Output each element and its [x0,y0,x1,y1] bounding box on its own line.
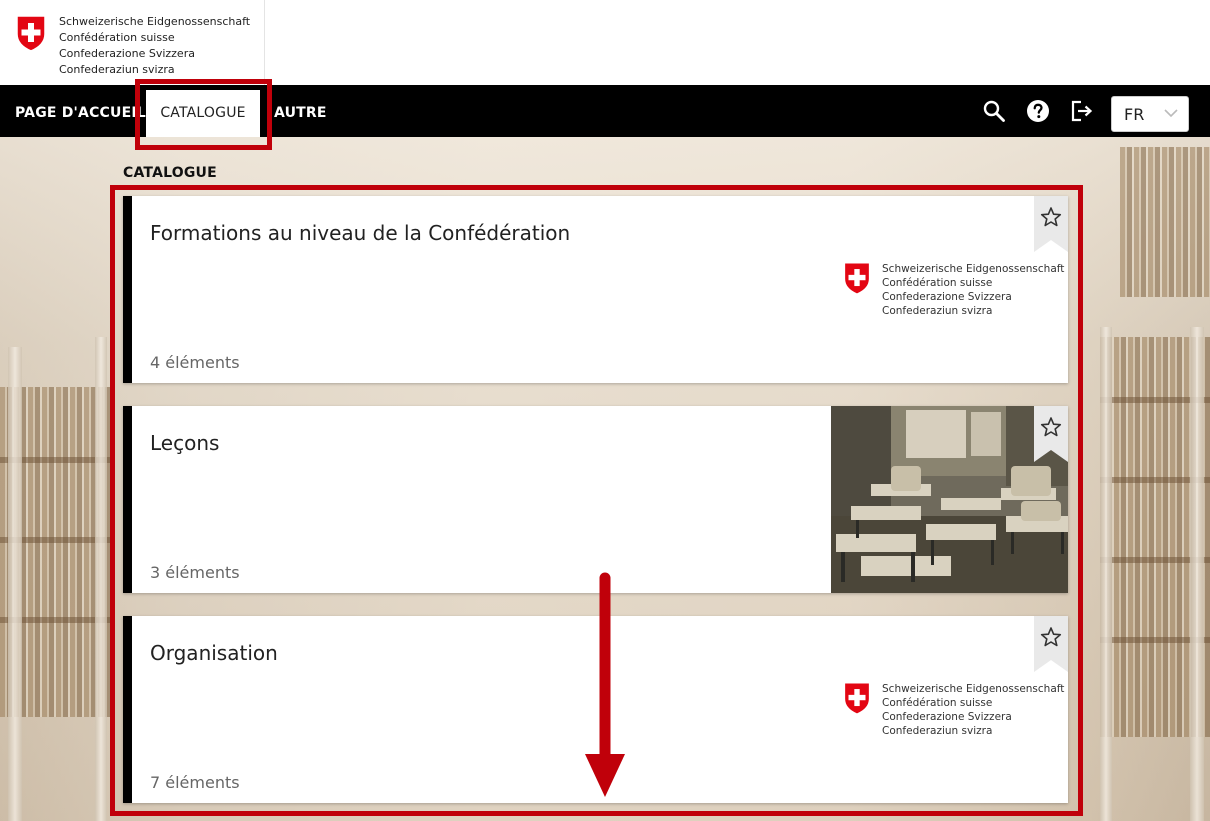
nav-item-other[interactable]: AUTRE [274,85,327,137]
nav-item-home[interactable]: PAGE D'ACCUEIL [15,85,146,137]
card-count: 4 éléments [150,353,240,372]
federal-logo-text: Schweizerische Eidgenossenschaft Confédé… [59,15,251,76]
help-icon[interactable] [1026,99,1050,123]
site-header: Schweizerische Eidgenossenschaft Confédé… [0,0,1210,85]
swiss-shield-icon [16,15,46,52]
card-count: 3 éléments [150,563,240,582]
page-title: CATALOGUE [123,165,217,181]
favorite-star-icon[interactable] [1034,196,1068,252]
classroom-photo [831,406,1068,593]
main-navigation: PAGE D'ACCUEIL CATALOGUE AUTRE [0,85,1210,137]
logout-icon[interactable] [1070,99,1094,123]
search-icon[interactable] [982,99,1006,123]
card-count: 7 éléments [150,773,240,792]
swiss-shield-icon [843,682,871,715]
favorite-star-icon[interactable] [1034,616,1068,672]
nav-item-catalogue[interactable]: CATALOGUE [146,90,260,137]
catalogue-card[interactable]: Formations au niveau de la Confédération… [123,196,1068,383]
catalogue-card[interactable]: Leçons 3 éléments [123,406,1068,593]
language-value: FR [1124,105,1145,124]
favorite-star-icon[interactable] [1034,406,1068,462]
card-title: Organisation [150,641,278,665]
chevron-down-icon [1164,109,1178,118]
federal-logo[interactable]: Schweizerische Eidgenossenschaft Confédé… [0,0,265,85]
language-select[interactable]: FR [1111,96,1189,132]
scroll-down-arrow-icon [585,572,625,797]
swiss-shield-icon [843,262,871,295]
card-title: Leçons [150,431,220,455]
card-title: Formations au niveau de la Confédération [150,221,571,245]
